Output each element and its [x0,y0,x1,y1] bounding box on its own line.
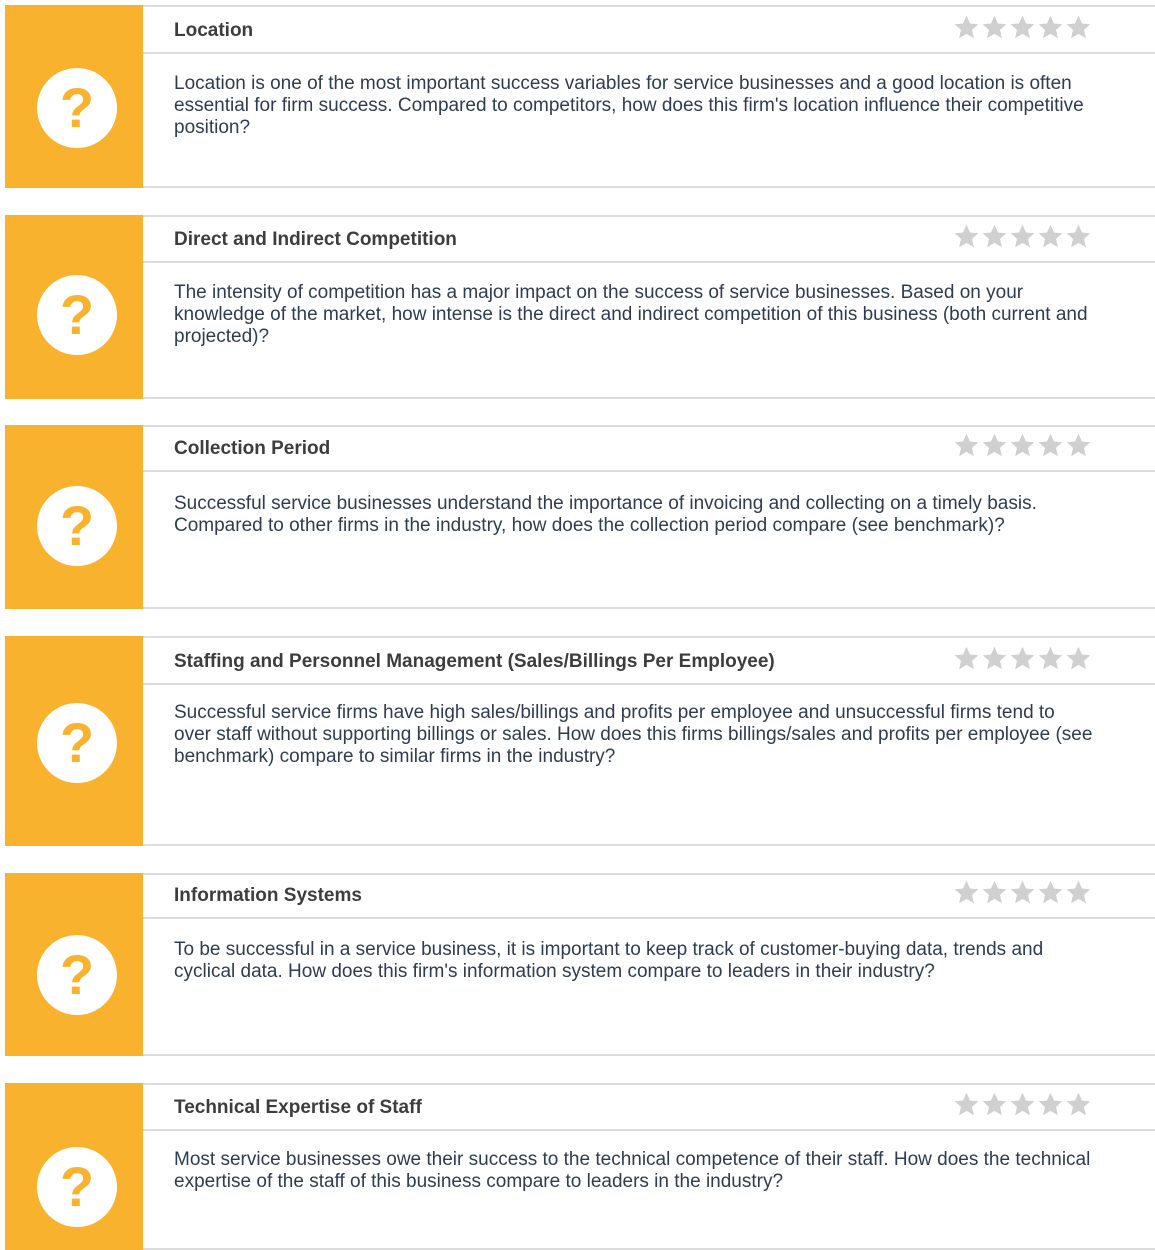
star-icon[interactable] [981,14,1008,41]
star-icon[interactable] [1065,879,1092,906]
star-icon[interactable] [981,879,1008,906]
question-mark-icon: ? [37,703,117,783]
star-icon[interactable] [1065,1091,1092,1118]
card-sidebar: ? [5,873,143,1056]
card-title-divider [143,1129,1155,1131]
question-mark-icon: ? [37,486,117,566]
card-top-divider [143,215,1155,217]
card-title: Location [174,20,254,41]
star-icon[interactable] [1065,645,1092,672]
card-bottom-divider [143,1054,1155,1056]
card-top-divider [143,5,1155,7]
card-title: Collection Period [174,438,331,459]
star-icon[interactable] [953,1091,980,1118]
card-sidebar: ? [5,1083,143,1250]
card-title-divider [143,261,1155,263]
star-icon[interactable] [1065,432,1092,459]
question-mark-icon: ? [37,68,117,148]
card-title: Technical Expertise of Staff [174,1097,422,1118]
card-title-divider [143,917,1155,919]
question-mark-icon: ? [37,275,117,355]
card-title-divider [143,470,1155,472]
card-bottom-divider [143,186,1155,188]
card-bottom-divider [143,844,1155,846]
star-icon[interactable] [1037,14,1064,41]
question-card: ? Direct and Indirect Competition The inte… [5,215,1155,399]
star-icon[interactable] [1009,223,1036,250]
star-icon[interactable] [1009,432,1036,459]
card-description: To be successful in a service business, … [174,939,1044,982]
card-sidebar: ? [5,636,143,846]
question-card: ? Location Location is one of the most imp… [5,5,1155,188]
card-description: Location is one of the most important su… [174,73,1084,138]
star-icon[interactable] [1065,14,1092,41]
question-card: ? Collection Period Successful service bus… [5,425,1155,609]
question-mark-icon: ? [37,1147,117,1227]
card-title: Staffing and Personnel Management (Sales… [174,651,775,672]
star-icon[interactable] [953,14,980,41]
star-icon[interactable] [981,1091,1008,1118]
card-top-divider [143,873,1155,875]
star-rating[interactable] [953,223,1092,250]
card-sidebar: ? [5,215,143,399]
card-top-divider [143,636,1155,638]
card-title-divider [143,683,1155,685]
card-sidebar: ? [5,425,143,609]
star-icon[interactable] [1037,432,1064,459]
star-icon[interactable] [1065,223,1092,250]
star-rating[interactable] [953,1091,1092,1118]
card-description: The intensity of competition has a major… [174,282,1088,347]
star-rating[interactable] [953,432,1092,459]
star-icon[interactable] [953,432,980,459]
card-description: Successful service businesses understand… [174,493,1037,536]
star-rating[interactable] [953,879,1092,906]
card-title-divider [143,52,1155,54]
card-sidebar: ? [5,5,143,188]
question-card: ? Information Systems To be successful in … [5,873,1155,1056]
card-bottom-divider [143,397,1155,399]
question-card: ? Technical Expertise of Staff Most servic… [5,1083,1155,1250]
star-icon[interactable] [953,645,980,672]
star-icon[interactable] [953,879,980,906]
star-icon[interactable] [1037,1091,1064,1118]
star-icon[interactable] [1009,879,1036,906]
card-top-divider [143,425,1155,427]
star-icon[interactable] [981,223,1008,250]
star-icon[interactable] [1037,223,1064,250]
star-icon[interactable] [1037,645,1064,672]
star-icon[interactable] [1009,645,1036,672]
star-icon[interactable] [1037,879,1064,906]
card-title: Information Systems [174,885,362,906]
card-description: Successful service firms have high sales… [174,702,1093,767]
star-icon[interactable] [1009,14,1036,41]
star-rating[interactable] [953,14,1092,41]
star-icon[interactable] [1009,1091,1036,1118]
card-title: Direct and Indirect Competition [174,229,457,250]
star-icon[interactable] [953,223,980,250]
question-card: ? Staffing and Personnel Management (Sale… [5,636,1155,846]
card-top-divider [143,1083,1155,1085]
card-bottom-divider [143,607,1155,609]
question-mark-icon: ? [37,935,117,1015]
card-description: Most service businesses owe their succes… [174,1149,1091,1192]
star-icon[interactable] [981,432,1008,459]
star-icon[interactable] [981,645,1008,672]
star-rating[interactable] [953,645,1092,672]
